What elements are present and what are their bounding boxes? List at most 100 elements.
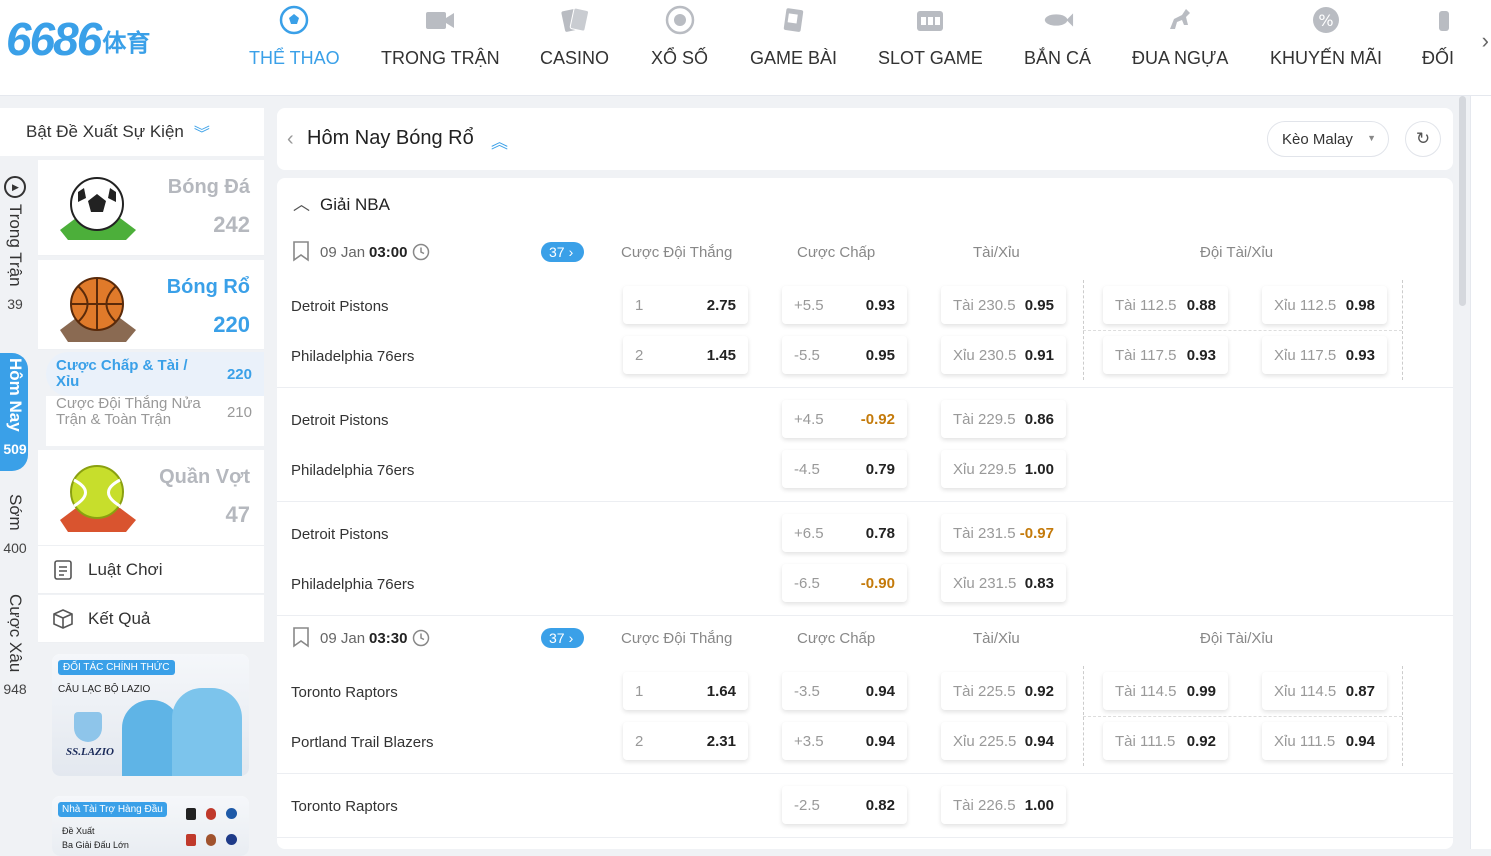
league-header[interactable]: ︿ Giải NBA [293,190,390,215]
odds-button[interactable]: -4.5 0.79 [782,450,907,488]
odds-button[interactable]: -3.5 0.94 [782,672,907,710]
odds-button[interactable]: -2.5 0.82 [782,786,907,824]
nav-xo-so[interactable]: XỔ SỐ [651,0,708,96]
sport-bong-ro[interactable]: Bóng Rổ 220 [38,260,264,350]
odds-button[interactable]: Xỉu 230.5 0.91 [941,336,1066,374]
results-cube-icon [52,608,74,630]
odds-button[interactable]: Xỉu 229.5 1.00 [941,450,1066,488]
bookmark-icon[interactable] [291,626,311,648]
odds-line: Xỉu 112.5 [1274,297,1337,314]
nav-doi[interactable]: ĐỐI [1422,0,1454,96]
odds-price: 2.75 [706,297,736,314]
odds-button[interactable]: Tài 111.5 0.92 [1103,722,1228,760]
odds-button[interactable]: +5.5 0.93 [782,286,907,324]
odds-button[interactable]: -5.5 0.95 [782,336,907,374]
svg-text:%: % [1318,11,1333,30]
nav-label: XỔ SỐ [651,48,709,68]
odds-price: 0.98 [1345,297,1375,314]
back-chevron-icon[interactable]: ‹ [287,128,294,151]
odds-button[interactable]: Tài 229.5 0.86 [941,400,1066,438]
sidebar-link-luat-choi[interactable]: Luật Chơi [38,546,264,594]
nav-khuyen-mai[interactable]: % KHUYẾN MÃI [1270,0,1382,96]
odds-price: 0.78 [865,525,895,542]
more-markets-badge[interactable]: 37 › [541,242,584,262]
odds-button[interactable]: Xỉu 225.5 0.94 [941,722,1066,760]
bookmark-icon[interactable] [291,240,311,262]
odds-button[interactable]: Xỉu 231.5 0.83 [941,564,1066,602]
odds-price: 1.64 [706,683,736,700]
divider [1083,330,1402,331]
odds-button[interactable]: 2 1.45 [623,336,748,374]
odds-button[interactable]: Tài 112.5 0.88 [1103,286,1228,324]
odds-line: -6.5 [794,575,820,592]
column-header: Tài/Xỉu [973,244,1020,261]
lazio-eagle-logo [74,712,102,742]
sport-quan-vot[interactable]: Quần Vợt 47 [38,450,264,546]
match-date-day: 09 Jan [320,630,366,647]
nav-the-thao[interactable]: THỂ THAO [249,0,340,96]
lottery-ball-icon [664,4,696,36]
odds-line: Tài 114.5 [1115,683,1177,700]
odds-price: 1.00 [1024,797,1054,814]
odds-button[interactable]: Tài 117.5 0.93 [1103,336,1228,374]
row-separator [277,773,1453,774]
odds-line: Tài 231.5 [953,525,1016,542]
scrollbar[interactable] [1459,96,1466,306]
sidebar-link-ket-qua[interactable]: Kết Quả [38,595,264,643]
markets-count: 37 [549,244,565,260]
odds-button[interactable]: Tài 114.5 0.99 [1103,672,1228,710]
odds-button[interactable]: Xỉu 112.5 0.98 [1262,286,1387,324]
odds-button[interactable]: +6.5 0.78 [782,514,907,552]
odds-line: -3.5 [794,683,820,700]
right-panel-edge [1470,96,1491,849]
nav-dua-ngua[interactable]: ĐUA NGỰA [1132,0,1228,96]
odds-line: +6.5 [794,525,824,542]
sport-bong-da[interactable]: Bóng Đá 242 [38,160,264,256]
odds-button[interactable]: -6.5 -0.90 [782,564,907,602]
odds-type-select[interactable]: Kèo Malay ▼ [1267,121,1389,157]
markets-count: 37 [549,630,565,646]
odds-button[interactable]: Xỉu 114.5 0.87 [1262,672,1387,710]
lazio-partner-banner[interactable]: ĐỐI TÁC CHÍNH THỨC CÂU LẠC BỘ LAZIO SS.L… [52,654,249,776]
odds-button[interactable]: 2 2.31 [623,722,748,760]
nav-casino[interactable]: CASINO [540,0,609,96]
column-header: Đội Tài/Xỉu [1200,244,1274,261]
odds-button[interactable]: Xỉu 117.5 0.93 [1262,336,1387,374]
chevron-right-icon: › [568,630,574,646]
odds-price: 0.99 [1186,683,1216,700]
odds-button[interactable]: Tài 226.5 1.00 [941,786,1066,824]
team-name: Philadelphia 76ers [291,462,415,479]
match-list: ︿ Giải NBA 09 Jan 03:00 37 › Cược Đội Thắng Cư… [277,178,1453,849]
odds-button[interactable]: Xỉu 111.5 0.94 [1262,722,1387,760]
subitem-doi-thang[interactable]: Cược Đội Thắng Nửa Trận & Toàn Trận 210 [46,396,264,446]
banner-tag: Nhà Tài Trợ Hàng Đầu [58,802,167,817]
more-markets-badge[interactable]: 37 › [541,628,584,648]
odds-button[interactable]: 1 2.75 [623,286,748,324]
odds-button[interactable]: Tài 231.5 -0.97 [941,514,1066,552]
soccer-ball-icon [56,168,138,250]
sponsor-banner[interactable]: Nhà Tài Trợ Hàng Đầu Đề Xuất Ba Giải Đấu… [52,796,249,856]
odds-price: 0.92 [1024,683,1054,700]
odds-button[interactable]: +3.5 0.94 [782,722,907,760]
odds-button[interactable]: Tài 225.5 0.92 [941,672,1066,710]
odds-price: 0.94 [1024,733,1054,750]
odds-price: 0.82 [865,797,895,814]
refresh-button[interactable]: ↻ [1405,121,1441,157]
nav-ban-ca[interactable]: BẮN CÁ [1024,0,1091,96]
odds-button[interactable]: +4.5 -0.92 [782,400,907,438]
site-logo[interactable]: 6686 体育 [6,14,150,64]
odds-price: 2.31 [706,733,736,750]
odds-button[interactable]: 1 1.64 [623,672,748,710]
nav-trong-tran[interactable]: TRONG TRẬN [381,0,500,96]
fish-icon [1042,4,1074,36]
odds-line: Tài 229.5 [953,411,1016,428]
recommend-toggle[interactable]: Bật Đề Xuất Sự Kiện ︾ [0,108,264,156]
caret-down-icon: ▼ [1367,133,1376,143]
nav-game-bai[interactable]: GAME BÀI [750,0,837,96]
odds-line: Tài 225.5 [953,683,1016,700]
odds-button[interactable]: Tài 230.5 0.95 [941,286,1066,324]
double-chevron-up-icon[interactable]: ︽ [491,128,508,153]
subitem-cuoc-chap-tai-xiu[interactable]: Cược Chấp & Tài / Xỉu 220 [46,352,264,396]
nav-scroll-right-icon[interactable]: › [1482,28,1489,54]
nav-slot-game[interactable]: SLOT GAME [878,0,983,96]
